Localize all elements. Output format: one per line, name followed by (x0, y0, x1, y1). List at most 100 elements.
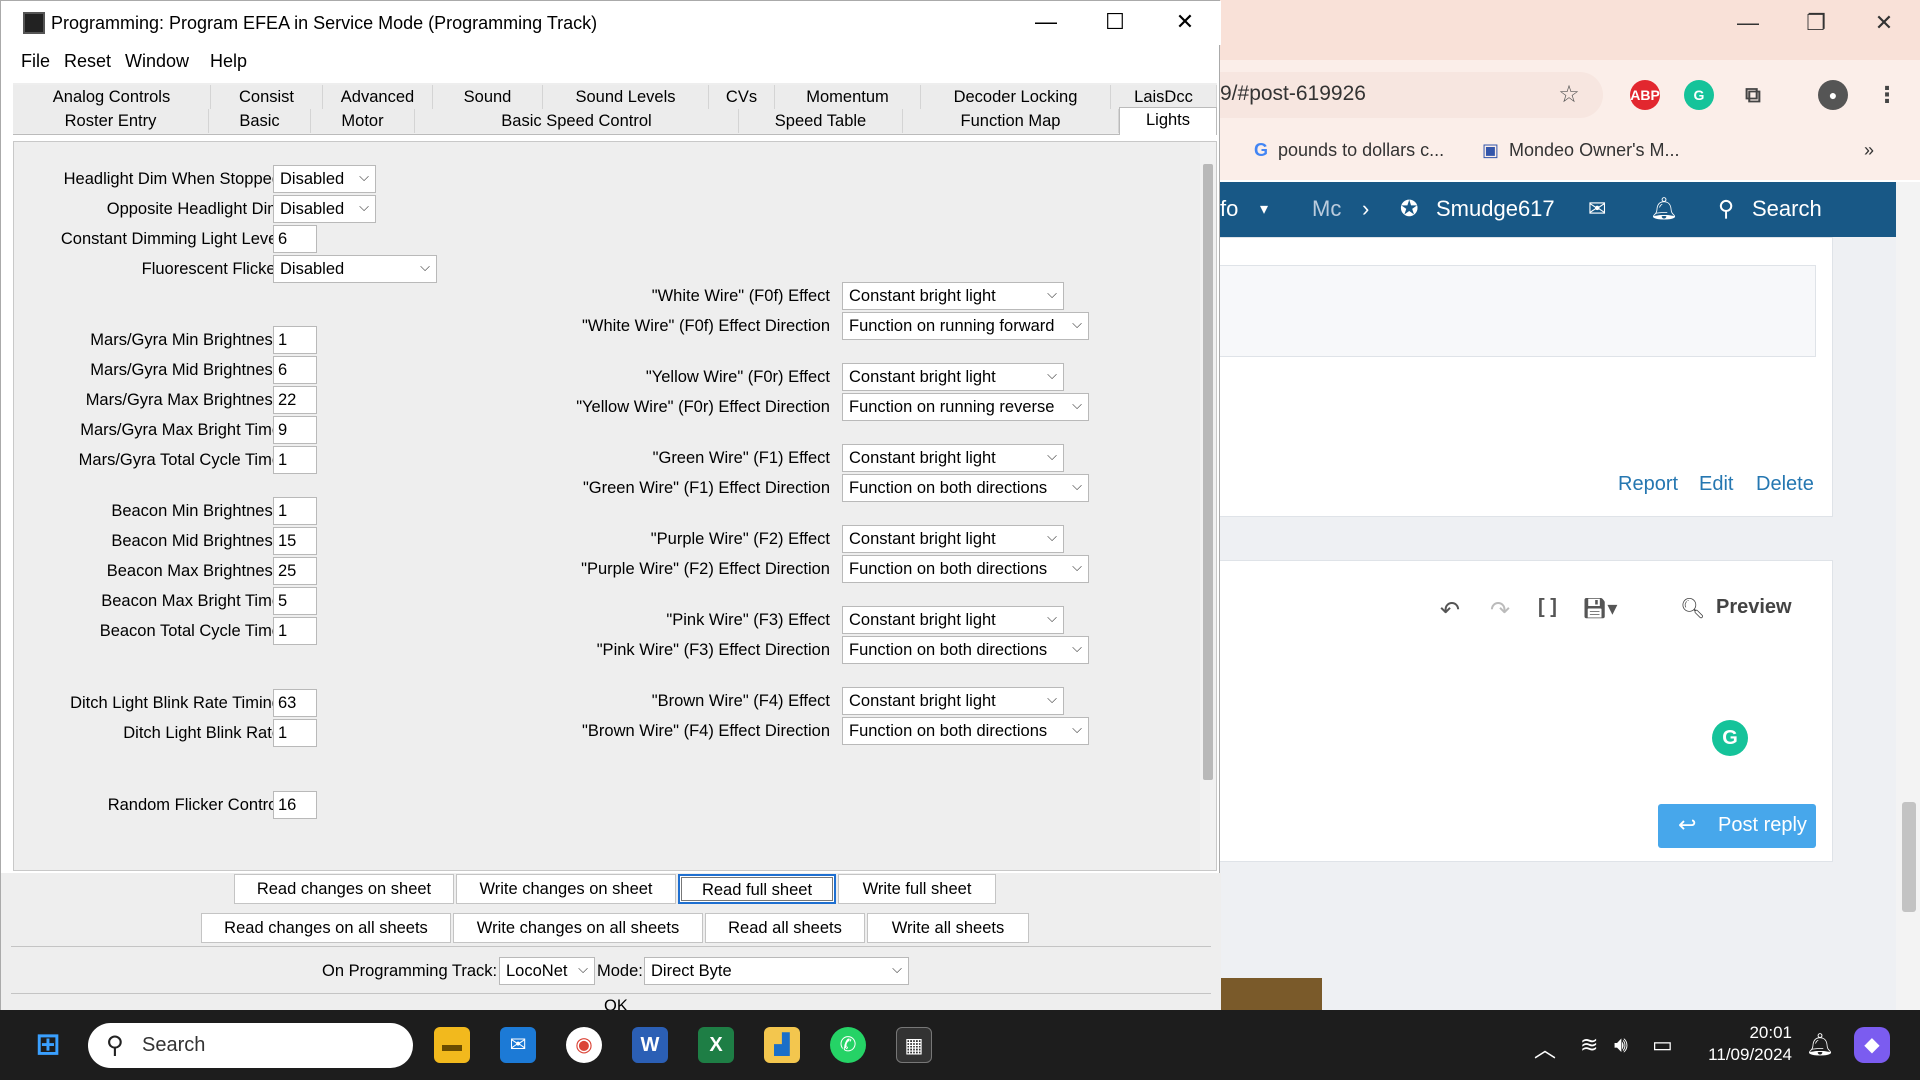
menu-window[interactable]: Window (125, 51, 189, 72)
read-changes-all-button[interactable]: Read changes on all sheets (201, 913, 451, 943)
copilot-icon[interactable]: ◆ (1854, 1027, 1890, 1063)
beacon-mid-field[interactable]: 15 (273, 527, 317, 555)
beacon-max-field[interactable]: 25 (273, 557, 317, 585)
tab-advanced[interactable]: Advanced (323, 85, 433, 109)
tab-function-map[interactable]: Function Map (903, 109, 1119, 133)
star-icon[interactable]: ☆ (1554, 80, 1584, 110)
notifications-icon[interactable]: 🔔︎ (1806, 1032, 1834, 1058)
grammarly-widget-icon[interactable]: G (1712, 720, 1748, 756)
opposite-headlight-select[interactable]: Disabled ⌵ (273, 195, 376, 223)
tab-speed-table[interactable]: Speed Table (739, 109, 903, 133)
more-bookmarks-icon[interactable]: » (1864, 140, 1874, 161)
tab-cvs[interactable]: CVs (709, 85, 775, 109)
tab-sound[interactable]: Sound (433, 85, 543, 109)
tab-roster-entry[interactable]: Roster Entry (13, 109, 209, 133)
delete-link[interactable]: Delete (1756, 473, 1814, 496)
nav-search[interactable]: Search (1752, 196, 1822, 222)
bookmark-pounds[interactable]: Gpounds to dollars c... (1254, 140, 1444, 161)
wifi-icon[interactable]: ≋ (1580, 1032, 1598, 1058)
volume-icon[interactable]: 🔊︎ (1614, 1032, 1628, 1058)
grammarly-icon[interactable]: G (1684, 80, 1714, 110)
tab-consist[interactable]: Consist (211, 85, 323, 109)
panel-scrollbar[interactable] (1200, 142, 1216, 870)
tab-laisdcc[interactable]: LaisDcc (1111, 85, 1217, 109)
tab-motor[interactable]: Motor (311, 109, 415, 133)
mars-min-field[interactable]: 1 (273, 326, 317, 354)
pink-direction-select[interactable]: Function on both directions ⌵ (842, 636, 1089, 664)
tab-lights[interactable]: Lights (1119, 107, 1217, 135)
browser-scroll-thumb[interactable] (1902, 802, 1916, 912)
search-icon[interactable]: ⚲ (1718, 196, 1734, 222)
browser-close-icon[interactable]: ✕ (1864, 10, 1904, 36)
pink-effect-select[interactable]: Constant bright light ⌵ (842, 606, 1064, 634)
save-draft-icon[interactable]: 💾︎▾ (1582, 596, 1617, 621)
battery-icon[interactable]: ▭ (1652, 1032, 1673, 1058)
beacon-cycle-field[interactable]: 1 (273, 617, 317, 645)
browser-minimize-icon[interactable]: — (1728, 10, 1768, 36)
menu-help[interactable]: Help (210, 51, 247, 72)
read-all-sheets-button[interactable]: Read all sheets (705, 913, 865, 943)
tab-momentum[interactable]: Momentum (775, 85, 921, 109)
chevron-right-icon[interactable]: › (1362, 196, 1369, 222)
close-icon[interactable]: ✕ (1165, 9, 1205, 35)
address-bar[interactable]: 9/#post-619926 (1200, 72, 1603, 118)
chevron-up-icon[interactable]: ︿ (1534, 1032, 1556, 1064)
yellow-effect-select[interactable]: Constant bright light ⌵ (842, 363, 1064, 391)
chevron-down-icon[interactable]: ▾ (1260, 199, 1268, 219)
windows-start-icon[interactable]: ⊞ (30, 1027, 66, 1063)
browser-scrollbar[interactable] (1896, 182, 1920, 1010)
post-reply-button[interactable]: ↩ Post reply (1658, 804, 1816, 848)
decoderpro-taskbar-icon[interactable]: ▦ (896, 1027, 932, 1063)
ditch-timing-field[interactable]: 63 (273, 689, 317, 717)
write-all-sheets-button[interactable]: Write all sheets (867, 913, 1029, 943)
nav-item-more[interactable]: Mc (1312, 196, 1341, 222)
user-avatar[interactable]: ✪ (1400, 196, 1418, 222)
purple-direction-select[interactable]: Function on both directions ⌵ (842, 555, 1089, 583)
chrome-icon[interactable]: ◉ (566, 1027, 602, 1063)
fluorescent-flicker-select[interactable]: Disabled ⌵ (273, 255, 437, 283)
nav-username[interactable]: Smudge617 (1436, 196, 1555, 222)
maximize-icon[interactable]: ☐ (1095, 9, 1135, 35)
write-changes-sheet-button[interactable]: Write changes on sheet (456, 874, 676, 904)
purple-effect-select[interactable]: Constant bright light ⌵ (842, 525, 1064, 553)
report-link[interactable]: Report (1618, 473, 1678, 496)
bell-icon[interactable]: 🔔︎ (1650, 196, 1678, 222)
beacon-min-field[interactable]: 1 (273, 497, 317, 525)
tab-sound-levels[interactable]: Sound Levels (543, 85, 709, 109)
undo-icon[interactable]: ↶ (1440, 596, 1460, 625)
panel-scroll-thumb[interactable] (1203, 164, 1213, 780)
mars-cycle-field[interactable]: 1 (273, 446, 317, 474)
word-icon[interactable]: W (632, 1027, 668, 1063)
bbcode-icon[interactable]: [ ] (1538, 596, 1557, 619)
tab-basic-speed-control[interactable]: Basic Speed Control (415, 109, 739, 133)
file-explorer-icon[interactable]: ▬ (434, 1027, 470, 1063)
write-changes-all-button[interactable]: Write changes on all sheets (453, 913, 703, 943)
tab-basic[interactable]: Basic (209, 109, 311, 133)
ditch-rate-field[interactable]: 1 (273, 719, 317, 747)
menu-reset[interactable]: Reset (64, 51, 111, 72)
mode-select[interactable]: Direct Byte ⌵ (644, 957, 909, 985)
read-changes-sheet-button[interactable]: Read changes on sheet (234, 874, 454, 904)
clock[interactable]: 20:01 11/09/2024 (1700, 1022, 1792, 1066)
extensions-icon[interactable]: ⧉ (1738, 80, 1768, 110)
green-effect-select[interactable]: Constant bright light ⌵ (842, 444, 1064, 472)
read-full-sheet-button[interactable]: Read full sheet (678, 874, 836, 904)
white-effect-select[interactable]: Constant bright light ⌵ (842, 282, 1064, 310)
yellow-direction-select[interactable]: Function on running reverse ⌵ (842, 393, 1089, 421)
write-full-sheet-button[interactable]: Write full sheet (838, 874, 996, 904)
taskbar-search[interactable]: ⚲ Search (88, 1023, 413, 1068)
files-icon[interactable]: ▟ (764, 1027, 800, 1063)
browser-restore-icon[interactable]: ❐ (1796, 10, 1836, 36)
redo-icon[interactable]: ↷ (1490, 596, 1510, 625)
preview-button[interactable]: Preview (1716, 596, 1792, 619)
mars-max-field[interactable]: 22 (273, 386, 317, 414)
mars-max-time-field[interactable]: 9 (273, 416, 317, 444)
random-flicker-field[interactable]: 16 (273, 791, 317, 819)
edit-link[interactable]: Edit (1699, 473, 1733, 496)
brown-effect-select[interactable]: Constant bright light ⌵ (842, 687, 1064, 715)
beacon-max-time-field[interactable]: 5 (273, 587, 317, 615)
adblock-icon[interactable]: ABP (1630, 80, 1660, 110)
preview-icon[interactable]: 🔍︎ (1680, 596, 1705, 621)
browser-menu-icon[interactable]: ⋮ (1872, 80, 1902, 110)
ok-button[interactable]: OK (604, 997, 628, 1011)
